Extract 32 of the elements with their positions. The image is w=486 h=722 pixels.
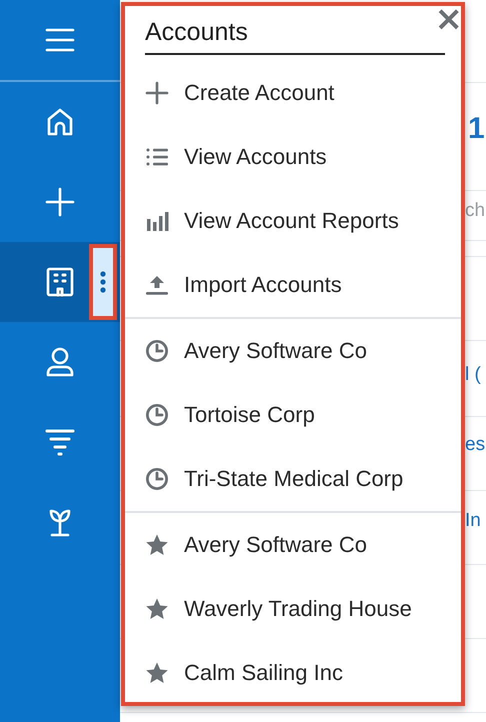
background-text: es — [465, 434, 486, 456]
menu-item[interactable]: Tri-State Medical Corp — [125, 447, 461, 511]
background-text: 1 — [468, 112, 485, 147]
star-icon — [145, 597, 169, 621]
clock-icon — [145, 467, 169, 491]
plus-icon — [145, 81, 169, 105]
menu-item[interactable]: Create Account — [125, 61, 461, 125]
person-icon — [44, 346, 76, 378]
menu-title: Accounts — [145, 18, 248, 48]
menu-item[interactable]: View Accounts — [125, 125, 461, 189]
clock-icon — [145, 403, 169, 427]
menu-item[interactable]: Waverly Trading House — [125, 577, 461, 641]
star-icon — [145, 661, 169, 685]
background-text: l ( — [465, 364, 481, 386]
menu-item[interactable]: Avery Software Co — [125, 319, 461, 383]
upload-icon — [145, 273, 169, 297]
background-text: In — [465, 510, 481, 532]
building-icon — [44, 266, 76, 298]
plus-icon — [44, 186, 76, 218]
menu-item[interactable]: Avery Software Co — [125, 513, 461, 577]
menu-item[interactable]: Calm Sailing Inc — [125, 641, 461, 705]
kebab-icon — [100, 270, 106, 294]
sidebar-item[interactable] — [0, 242, 120, 322]
close-button[interactable]: × — [432, 2, 465, 36]
background-text: ch — [465, 200, 486, 222]
menu-item[interactable]: View Account Reports — [125, 189, 461, 253]
menu-item[interactable]: Tortoise Corp — [125, 383, 461, 447]
bar-chart-icon — [145, 209, 169, 233]
more-button[interactable] — [89, 244, 117, 320]
star-icon — [145, 533, 169, 557]
clock-icon — [145, 339, 169, 363]
menu-item[interactable]: Import Accounts — [125, 253, 461, 317]
